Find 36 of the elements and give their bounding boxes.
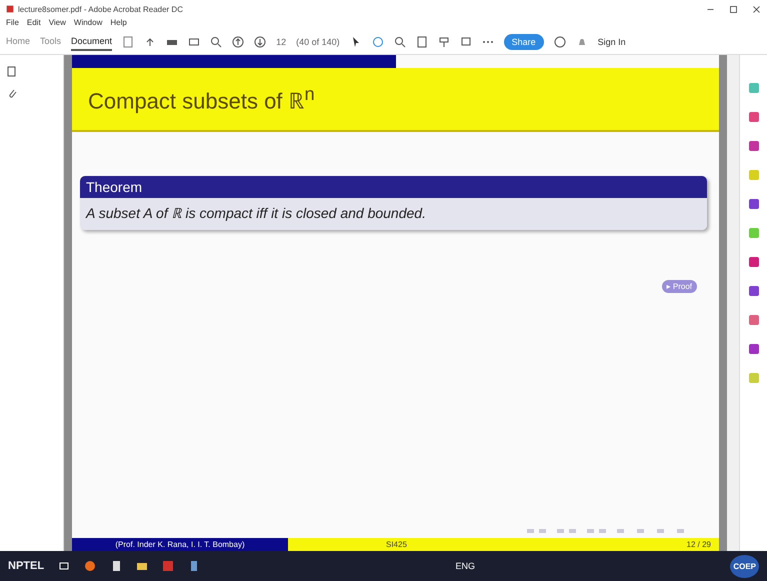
slide-title: Compact subsets of ℝ$^{n}$ [72,68,719,132]
task-view-icon[interactable] [58,560,70,572]
footer-author: (Prof. Inder K. Rana, I. I. T. Bombay) [72,538,288,551]
page-up-icon[interactable] [232,36,244,48]
footer-page: 12 / 29 [686,540,711,549]
share-button[interactable]: Share [504,34,544,50]
theorem-statement: A subset A of ℝ is compact iff it is closed and bounded. [80,198,707,230]
nptel-logo: NPTEL [8,560,44,572]
menu-item[interactable]: Window [74,18,102,29]
page-count: (40 of 140) [296,36,340,46]
toolbar-tab[interactable]: Tools [40,32,62,50]
footer-course: SI425 [386,540,407,549]
browser-icon[interactable] [84,560,96,572]
block-heading: Theorem [80,176,707,198]
search-icon[interactable] [210,36,222,48]
toolbar-tab[interactable]: Document [71,32,112,50]
folder-icon[interactable] [136,560,148,572]
page-down-icon[interactable] [254,36,266,48]
pdf-app-icon[interactable] [162,560,174,572]
page-number-field[interactable]: 12 [276,36,286,46]
language-indicator: ENG [455,561,475,571]
close-button[interactable] [752,4,761,14]
coep-badge: COEP [730,554,759,578]
zoom-icon[interactable] [394,36,406,48]
save-icon[interactable] [122,36,134,48]
maximize-button[interactable] [729,4,738,14]
sign-in-link[interactable]: Sign In [598,36,626,46]
toolbar-tab[interactable]: Home [6,32,30,50]
window-title: lecture8somer.pdf - Adobe Acrobat Reader DC [18,4,183,14]
menu-item[interactable]: View [48,18,66,29]
menu-item[interactable]: Help [110,18,127,29]
menu-item[interactable]: File [6,18,19,29]
pages-icon[interactable] [6,65,18,77]
pdf-file-icon [6,5,14,13]
page-fit-icon[interactable] [416,36,428,48]
menu-item[interactable]: Edit [26,18,41,29]
